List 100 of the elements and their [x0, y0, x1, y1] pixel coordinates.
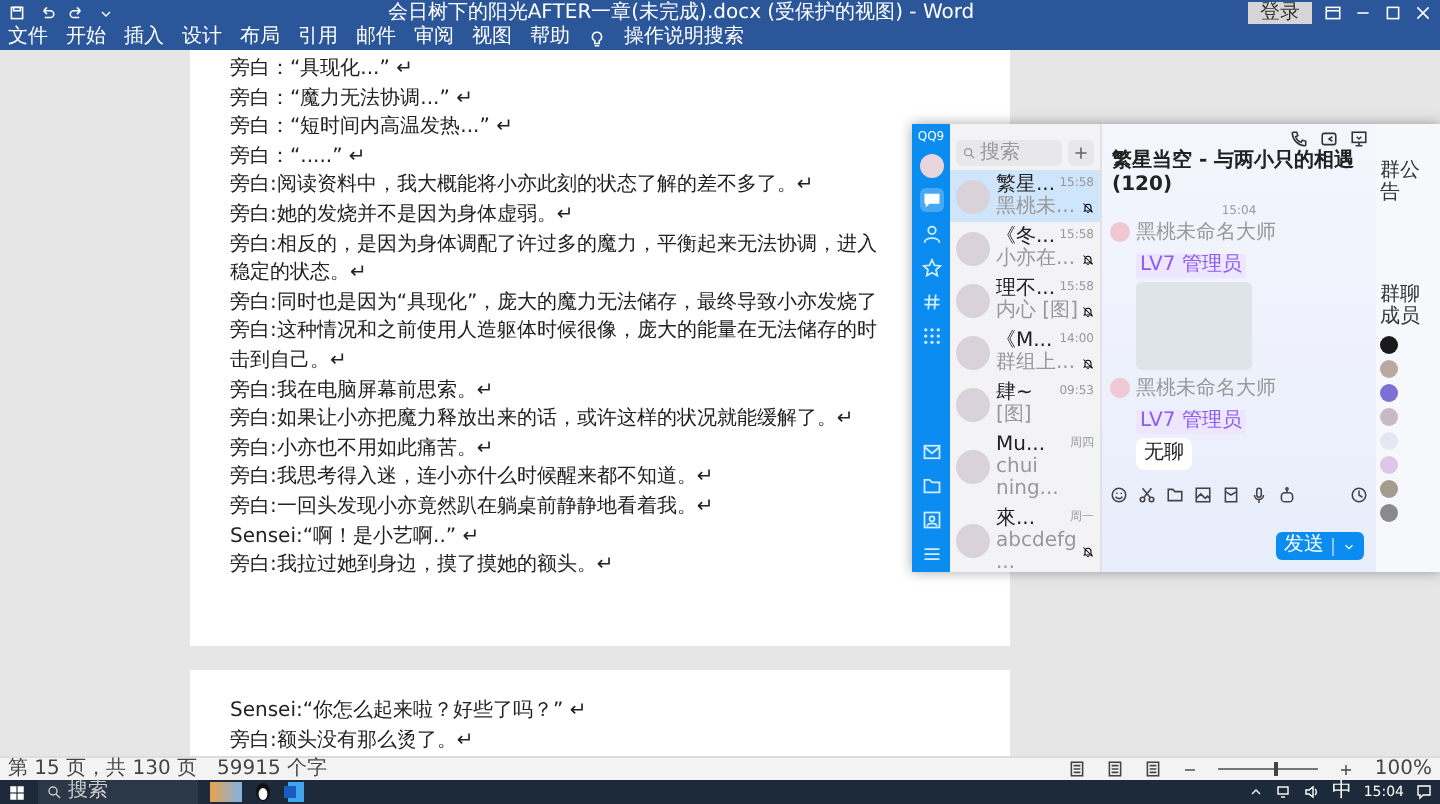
hash-icon	[921, 292, 941, 313]
app-thumbnail-icon[interactable]	[210, 782, 242, 802]
caret-icon	[1342, 539, 1356, 553]
photo-icon	[921, 510, 941, 530]
web-layout-icon[interactable]	[1144, 760, 1163, 778]
avatar	[956, 387, 990, 421]
apps-tab[interactable]	[919, 324, 943, 349]
emoji-icon[interactable]	[1110, 486, 1128, 505]
message-bubble: 无聊	[1136, 438, 1192, 471]
chat-icon	[921, 190, 941, 211]
tray-expand-icon[interactable]	[1247, 784, 1264, 800]
paragraph-text: 旁白:一回头发现小亦竟然趴在躺桌前静静地看着我。↵	[230, 493, 716, 522]
ribbon-tab[interactable]: 布局	[240, 26, 280, 50]
taskbar-search-field[interactable]: 搜索	[38, 780, 198, 804]
ribbon-tab[interactable]: 插入	[124, 26, 164, 50]
ribbon-tab[interactable]: 帮助	[530, 26, 570, 50]
undo-icon[interactable]	[38, 4, 56, 22]
avatar	[1110, 378, 1130, 399]
network-icon[interactable]	[1275, 784, 1292, 800]
avatar	[956, 524, 990, 558]
apps-icon	[921, 326, 941, 347]
folder-icon[interactable]	[1166, 486, 1184, 505]
paragraph-text: 旁白:我拉过她到身边，摸了摸她的额头。↵	[230, 552, 616, 581]
paragraph-text: 旁白:我在电脑屏幕前思索。↵	[230, 377, 496, 406]
windows-start-icon[interactable]	[8, 783, 26, 801]
sign-in-button[interactable]: 登录	[1248, 2, 1312, 24]
contact-name: 肆~	[996, 382, 1033, 404]
star-icon	[921, 258, 941, 279]
notification-icon[interactable]	[1416, 784, 1432, 800]
envelope-icon[interactable]	[1222, 486, 1240, 505]
phone-icon[interactable]	[1290, 130, 1308, 148]
contact-name: 繁星...	[996, 174, 1056, 196]
ribbon-tab[interactable]: 审阅	[414, 26, 454, 50]
ribbon-tab[interactable]: 邮件	[356, 26, 396, 50]
contact-name: Mu...	[996, 434, 1046, 456]
hash-tab[interactable]	[919, 290, 943, 315]
chat-title: 繁星当空 - 与两小只的相遇 (120)	[1110, 148, 1357, 200]
page-count: 第 15 页，共 130 页	[8, 757, 198, 779]
plus-icon	[1072, 144, 1090, 162]
paragraph-text: 旁白:我思考得入迷，连小亦什么时候醒来都不知道。↵	[230, 464, 716, 493]
volume-icon[interactable]	[1303, 784, 1320, 800]
slider-thumb[interactable]	[1273, 762, 1278, 776]
folder-icon	[921, 476, 941, 496]
paragraph-text: Sensei:“啊！是小艺啊..” ↵	[230, 523, 482, 551]
star-tab[interactable]	[919, 256, 943, 281]
paragraph-text: 稳定的状态。↵	[230, 260, 369, 289]
search-icon	[962, 146, 976, 160]
message-preview: 黑桃未...	[996, 196, 1078, 218]
word-count: 59915 个字	[217, 757, 328, 781]
avatar	[956, 450, 990, 484]
paragraph-text: 旁白：“.....” ↵	[230, 143, 368, 172]
ribbon-tab[interactable]: 开始	[66, 26, 106, 50]
paragraph-text: 旁白:相反的，是因为身体调配了许过多的魔力，平衡起来无法协调，进入	[230, 231, 879, 260]
tell-me-search[interactable]: 操作说明搜索	[624, 26, 744, 50]
ribbon-tab[interactable]: 设计	[182, 26, 222, 50]
save-icon[interactable]	[8, 4, 26, 22]
message-preview: 群组上...	[996, 352, 1078, 374]
document-app-icon[interactable]	[284, 782, 304, 802]
message-preview: 小亦在...	[996, 248, 1078, 270]
contact-name: 《M...	[996, 330, 1053, 352]
sender-name: 黑桃未命名大师	[1136, 378, 1276, 403]
ribbon-tab[interactable]: 文件	[8, 26, 48, 50]
add-button[interactable]	[1068, 140, 1094, 166]
paragraph-text: 旁白:额头没有那么烫了。↵	[230, 727, 476, 756]
maximize-icon[interactable]	[1384, 4, 1402, 22]
input-method-indicator[interactable]: 中	[1331, 780, 1352, 804]
read-mode-icon[interactable]	[1068, 760, 1087, 778]
contact-name: 理不...	[996, 278, 1056, 300]
ribbon-tab[interactable]: 视图	[472, 26, 512, 50]
microphone-icon[interactable]	[1250, 486, 1268, 505]
redo-icon[interactable]	[68, 4, 86, 22]
close-icon[interactable]	[1414, 4, 1432, 22]
image-icon[interactable]	[1194, 486, 1212, 505]
window-title: 会日树下的阳光AFTER一章(未完成).docx (受保护的视图) - Word	[385, 1, 977, 25]
contact-name: 來...	[996, 508, 1036, 530]
menu-icon	[921, 544, 941, 564]
scissors-icon[interactable]	[1138, 486, 1156, 505]
ribbon-options-icon[interactable]	[1324, 4, 1342, 22]
history-icon[interactable]	[1350, 486, 1368, 505]
ribbon-tab[interactable]: 引用	[298, 26, 338, 50]
avatar	[1110, 222, 1130, 243]
avatar	[956, 179, 990, 213]
video-call-icon[interactable]	[1320, 130, 1338, 148]
zoom-in-icon[interactable]	[1338, 761, 1355, 777]
search-icon	[46, 784, 62, 800]
chat-tab[interactable]	[919, 188, 943, 213]
paragraph-text: 旁白：“魔力无法协调...” ↵	[230, 85, 475, 114]
robot-icon[interactable]	[1278, 486, 1296, 505]
screen-share-icon[interactable]	[1350, 130, 1368, 148]
paragraph-text: 旁白:阅读资料中，我大概能将小亦此刻的状态了解的差不多了。↵	[230, 172, 816, 201]
photo-tab[interactable]	[919, 508, 943, 532]
print-layout-icon[interactable]	[1106, 760, 1125, 778]
menu-tab[interactable]	[919, 542, 943, 566]
mail-tab[interactable]	[919, 440, 943, 464]
person-tab[interactable]	[919, 222, 943, 247]
penguin-icon[interactable]	[254, 782, 272, 802]
message-preview: abcdefg...	[996, 530, 1079, 572]
zoom-level: 100%	[1374, 757, 1432, 781]
folder-tab[interactable]	[919, 474, 943, 498]
sender-name: 黑桃未命名大师	[1136, 222, 1276, 247]
